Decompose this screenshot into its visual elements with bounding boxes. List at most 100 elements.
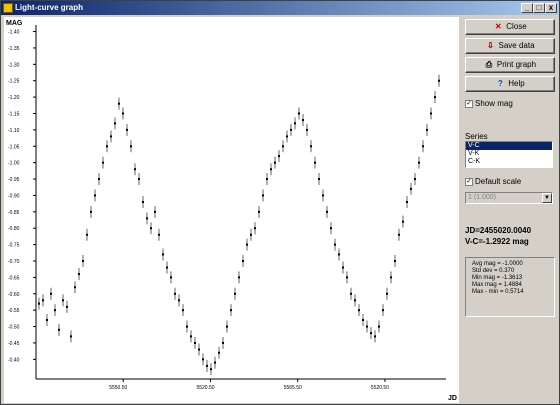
data-point xyxy=(110,135,112,138)
series-list[interactable]: V-C V-K C-K xyxy=(465,141,553,168)
data-point xyxy=(114,122,116,125)
x-tick-label: 5520.50 xyxy=(371,385,389,391)
data-point xyxy=(154,210,156,213)
data-point xyxy=(290,128,292,131)
data-point xyxy=(118,102,120,105)
data-point xyxy=(138,178,140,181)
data-point xyxy=(346,276,348,279)
data-point xyxy=(178,299,180,302)
data-point xyxy=(326,210,328,213)
y-tick-label: -0.55 xyxy=(8,308,20,314)
maximize-button[interactable]: □ xyxy=(533,3,545,13)
data-point xyxy=(202,358,204,361)
help-button[interactable]: ? Help xyxy=(465,76,555,92)
data-point xyxy=(382,309,384,312)
series-item[interactable]: V-K xyxy=(466,150,552,158)
data-point xyxy=(50,292,52,295)
data-point xyxy=(86,233,88,236)
print-button-label: Print graph xyxy=(496,60,537,69)
data-point xyxy=(434,96,436,99)
data-point xyxy=(306,128,308,131)
data-point xyxy=(78,273,80,276)
data-point xyxy=(222,341,224,344)
data-point xyxy=(42,299,44,302)
data-point xyxy=(350,292,352,295)
show-mag-checkbox[interactable]: ✓ Show mag xyxy=(465,99,513,109)
print-graph-button[interactable]: ⎙ Print graph xyxy=(465,57,555,73)
default-scale-label: Default scale xyxy=(475,177,522,186)
y-tick-label: -1.25 xyxy=(8,79,20,85)
y-tick-label: -0.60 xyxy=(8,292,20,298)
y-tick-label: -0.75 xyxy=(8,243,20,249)
data-point xyxy=(314,161,316,164)
save-icon: ⇩ xyxy=(487,41,494,50)
stat-max: Max mag = 1.4884 xyxy=(472,282,522,288)
x-tick-label: 5520.50 xyxy=(196,385,214,391)
data-point xyxy=(294,122,296,125)
data-point xyxy=(170,276,172,279)
y-tick-label: -0.80 xyxy=(8,226,20,232)
data-point xyxy=(38,302,40,305)
series-item[interactable]: C-K xyxy=(466,158,552,166)
y-tick-label: -0.40 xyxy=(8,357,20,363)
data-point xyxy=(198,348,200,351)
show-mag-label: Show mag xyxy=(475,99,513,108)
title-bar[interactable]: Light-curve graph _ □ x xyxy=(1,1,559,15)
close-window-button[interactable]: x xyxy=(545,3,557,13)
stat-avg: Avg mag = -1.0000 xyxy=(472,261,523,267)
data-point xyxy=(142,201,144,203)
data-point xyxy=(242,260,244,262)
data-point xyxy=(62,299,64,302)
jd-readout: JD=2455020.0040 xyxy=(465,226,532,235)
data-point xyxy=(354,299,356,302)
y-tick-label: -0.85 xyxy=(8,210,20,216)
control-panel: ✕ Close ⇩ Save data ⎙ Print graph ? Help ✓ Sh… xyxy=(462,17,559,403)
save-data-button[interactable]: ⇩ Save data xyxy=(465,38,555,54)
data-point xyxy=(406,201,408,203)
data-point xyxy=(342,266,344,269)
data-point xyxy=(278,155,280,158)
close-button[interactable]: ✕ Close xyxy=(465,19,555,35)
y-tick-label: -1.10 xyxy=(8,128,20,134)
default-scale-checkbox[interactable]: ✓ Default scale xyxy=(465,177,521,187)
data-point xyxy=(322,194,324,197)
light-curve-plot[interactable]: MAG JD -1.40 -1.35 -1.30 -1.25 -1.20 -1.15 -1.… xyxy=(4,17,459,403)
data-point xyxy=(134,168,136,171)
data-point xyxy=(318,178,320,181)
data-point xyxy=(162,253,164,256)
y-tick-label: -1.00 xyxy=(8,161,20,167)
scale-select[interactable]: 1 (1.000) ▼ xyxy=(465,192,553,204)
data-point xyxy=(190,335,192,338)
data-point xyxy=(422,145,424,148)
window-title: Light-curve graph xyxy=(15,3,84,12)
series-label: Series xyxy=(465,132,488,141)
y-tick-label: -0.90 xyxy=(8,193,20,199)
data-point xyxy=(330,227,332,230)
data-point xyxy=(402,220,404,223)
data-point xyxy=(338,253,340,256)
data-point xyxy=(54,309,56,312)
mag-readout: V-C=-1.2922 mag xyxy=(465,237,529,246)
close-button-label: Close xyxy=(506,22,527,31)
y-tick-label: -0.45 xyxy=(8,341,20,347)
data-point xyxy=(238,276,240,279)
data-point xyxy=(230,309,232,312)
chevron-down-icon[interactable]: ▼ xyxy=(542,193,552,203)
series-item[interactable]: V-C xyxy=(466,142,552,150)
data-point xyxy=(282,145,284,148)
data-point xyxy=(398,233,400,236)
data-point xyxy=(374,335,376,338)
stat-min: Min mag = -1.3613 xyxy=(472,275,523,281)
data-point xyxy=(370,332,372,335)
data-point xyxy=(158,233,160,236)
data-point xyxy=(210,368,212,371)
y-ticks: -1.40 -1.35 -1.30 -1.25 -1.20 -1.15 -1.10 -1.05… xyxy=(8,30,36,363)
data-point xyxy=(214,361,216,364)
data-point xyxy=(310,145,312,148)
close-icon: ✕ xyxy=(494,22,502,31)
data-point xyxy=(266,178,268,181)
data-point xyxy=(82,260,84,262)
minimize-button[interactable]: _ xyxy=(521,3,533,13)
help-icon: ? xyxy=(497,79,503,88)
data-point xyxy=(46,319,48,321)
